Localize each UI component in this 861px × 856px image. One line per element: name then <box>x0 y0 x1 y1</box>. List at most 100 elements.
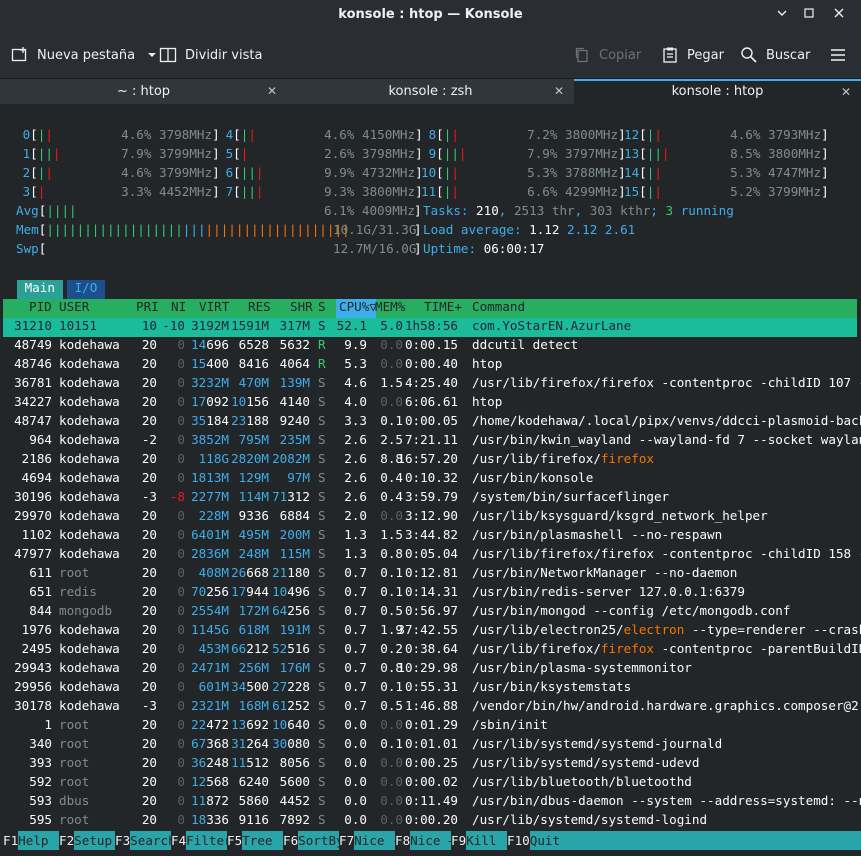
close-tab-icon[interactable]: ✕ <box>841 81 851 103</box>
shr-cell: 5632 <box>279 337 311 352</box>
title-bar: konsole : htop — Konsole <box>0 0 861 32</box>
value-part: 184 <box>206 413 230 428</box>
fkey-kill[interactable]: F9Kill <box>451 831 507 850</box>
value-part: 080 <box>287 736 311 751</box>
res-cell: 26668 <box>231 565 269 580</box>
column-header-shr[interactable]: SHR <box>290 299 313 314</box>
terminal-view[interactable]: 0[|| 4.6% 3798MHz] 1[||| 7.9% 3799MHz] 2[|| 4… <box>0 104 861 856</box>
maximize-icon[interactable] <box>797 4 821 26</box>
priority-cell: 20 <box>141 565 157 580</box>
virt-cell: 2471M <box>191 660 230 675</box>
cpu-id: 4 <box>218 127 234 142</box>
column-header-res[interactable]: RES <box>248 299 271 314</box>
mem-cell: 0.0 <box>380 356 403 371</box>
close-window-icon[interactable] <box>827 4 851 26</box>
shr-cell: 200M <box>279 527 311 542</box>
shr-cell: 27228 <box>272 679 310 694</box>
cpu-cell: 0.7 <box>344 641 367 656</box>
time-cell: 3:59.79 <box>404 489 459 504</box>
fkey-nice[interactable]: F7Nice - <box>339 831 400 850</box>
cpu-cell: 0.0 <box>344 736 367 751</box>
column-header-mem[interactable]: MEM% <box>375 299 405 314</box>
mem-cell: 0.2 <box>380 641 403 656</box>
state-cell: S <box>318 755 326 770</box>
pid-cell: 29943 <box>14 660 53 675</box>
fkey-key: F9 <box>451 833 467 848</box>
virt-cell: 67368 <box>191 736 229 751</box>
fkey-filter[interactable]: F4Filter <box>171 831 232 850</box>
cpu-frequency: 4299MHz <box>565 184 619 199</box>
fkey-setup[interactable]: F2Setup <box>59 831 115 850</box>
priority-cell: 20 <box>141 660 157 675</box>
user-cell: kodehawa <box>59 432 120 447</box>
fkey-quit[interactable]: F10Quit <box>507 831 861 850</box>
value-part: 70 <box>191 584 207 599</box>
column-header-time[interactable]: TIME+ <box>424 299 462 314</box>
column-header-pid[interactable]: PID <box>29 299 52 314</box>
meter-bracket: [ <box>639 184 647 199</box>
time-cell: 4:25.40 <box>404 375 459 390</box>
meter-bracket: [ <box>30 165 38 180</box>
res-cell: 5860 <box>238 793 270 808</box>
value-part: 692 <box>246 717 270 732</box>
state-cell: S <box>318 660 326 675</box>
toolbar: Nueva pestaña Dividir vista Copiar Pegar… <box>0 32 861 78</box>
virt-cell: 3232M <box>191 375 230 390</box>
pid-cell: 340 <box>29 736 52 751</box>
state-cell: S <box>318 318 326 333</box>
fkey-label: Tree <box>242 831 283 850</box>
command-cell: /usr/bin/plasma-systemmonitor <box>472 660 692 675</box>
screen-tab-main[interactable]: Main <box>17 280 63 299</box>
minimize-icon[interactable] <box>770 4 794 26</box>
command-cell: /usr/lib/systemd/systemd-journald <box>472 736 723 751</box>
fkey-search[interactable]: F3Search <box>115 831 176 850</box>
split-view-button[interactable]: Dividir vista <box>159 44 262 66</box>
meter-bracket: ] <box>821 184 829 199</box>
column-header-virt[interactable]: VIRT <box>199 299 229 314</box>
tab-konsole-zsh[interactable]: konsole : zsh ✕ <box>287 79 574 105</box>
cpu-id: 13 <box>624 146 640 161</box>
value-part: 640 <box>287 717 311 732</box>
column-header-pri[interactable]: PRI <box>136 299 159 314</box>
column-header-ni[interactable]: NI <box>171 299 186 314</box>
fkey-nice[interactable]: F8Nice + <box>395 831 456 850</box>
cpu-cell: 4.0 <box>344 394 367 409</box>
tab-htop-home[interactable]: ~ : htop ✕ <box>0 79 287 105</box>
time-cell: 0:00.20 <box>404 812 459 827</box>
chevron-down-icon[interactable] <box>147 50 157 60</box>
fkey-help[interactable]: F1Help <box>3 831 59 850</box>
copy-button[interactable]: Copiar <box>573 44 641 66</box>
cpu-id: 14 <box>624 165 640 180</box>
command-part: firefox <box>600 641 654 656</box>
value-part: 668 <box>246 565 270 580</box>
search-button[interactable]: Buscar <box>740 44 810 66</box>
column-header-cmd[interactable]: Command <box>472 299 525 314</box>
command-part: /usr/lib/firefox/ <box>472 641 601 656</box>
user-cell: kodehawa <box>59 641 120 656</box>
user-cell: kodehawa <box>59 660 120 675</box>
mem-cell: 0.0 <box>380 717 403 732</box>
column-header-cpu[interactable]: CPU%▽ <box>339 299 377 314</box>
sep: ; <box>650 203 666 218</box>
cpu-usage-bar: ||| <box>241 165 264 180</box>
cpu-cell: 2.6 <box>344 489 367 504</box>
screen-tab-io[interactable]: I/O <box>67 280 105 299</box>
column-header-s[interactable]: S <box>318 299 326 314</box>
cpu-cell: 3.3 <box>344 413 367 428</box>
close-tab-icon[interactable]: ✕ <box>267 79 277 104</box>
column-header-user[interactable]: USER <box>59 299 89 314</box>
hamburger-menu-button[interactable] <box>829 44 847 66</box>
tab-label: konsole : htop <box>671 84 764 99</box>
new-tab-button[interactable]: Nueva pestaña <box>11 44 157 66</box>
paste-button[interactable]: Pegar <box>661 44 724 66</box>
pid-cell: 2186 <box>21 451 53 466</box>
nice-cell: 0 <box>177 413 185 428</box>
fkey-tree[interactable]: F5Tree <box>227 831 283 850</box>
res-cell: 11512 <box>231 755 269 770</box>
meter-bracket: [ <box>30 127 38 142</box>
tab-konsole-htop[interactable]: konsole : htop ✕ <box>574 79 861 105</box>
res-cell: 10156 <box>231 394 269 409</box>
cpu-percent: 5.3% <box>730 165 761 180</box>
close-tab-icon[interactable]: ✕ <box>554 79 564 104</box>
fkey-sortby[interactable]: F6SortBy <box>283 831 344 850</box>
